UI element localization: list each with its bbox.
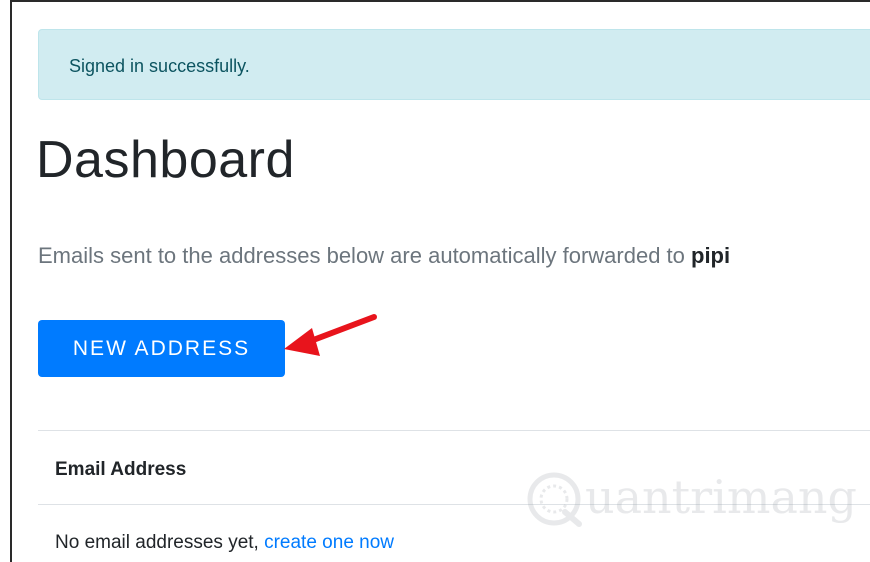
empty-row-text: No email addresses yet, (55, 532, 265, 553)
column-header-email-address: Email Address (55, 459, 187, 480)
lead-text: Emails sent to the addresses below are a… (38, 243, 691, 268)
window-border-left (10, 0, 12, 562)
red-arrow-annotation-icon (284, 314, 377, 356)
page-title: Dashboard (36, 131, 295, 189)
lead-paragraph: Emails sent to the addresses below are a… (38, 243, 730, 269)
flash-alert-message: Signed in successfully. (69, 56, 250, 76)
table-top-divider (38, 430, 870, 431)
q-logo-icon (527, 472, 582, 527)
watermark-text: uantrimang (585, 470, 857, 524)
watermark: uantrimang (525, 466, 865, 536)
app-frame: Signed in successfully. Dashboard Emails… (0, 0, 870, 562)
table-empty-row: No email addresses yet, create one now (55, 532, 394, 554)
flash-alert: Signed in successfully. (38, 29, 870, 100)
create-one-now-link[interactable]: create one now (264, 532, 394, 553)
lead-email-emphasis: pipi (691, 243, 731, 268)
window-border-top (10, 0, 870, 2)
new-address-button[interactable]: NEW ADDRESS (38, 320, 285, 377)
